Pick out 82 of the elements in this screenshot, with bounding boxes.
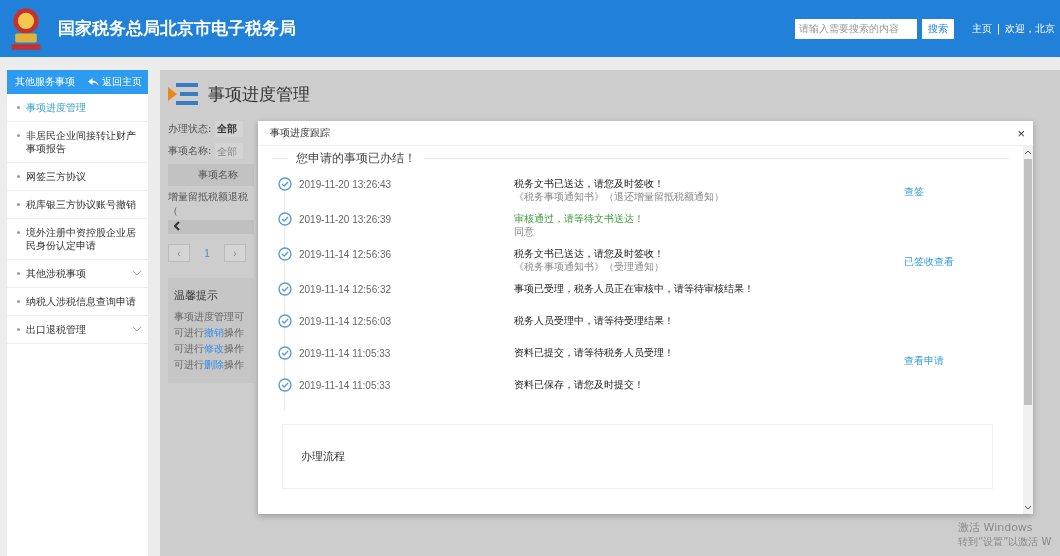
event-time: 2019-11-14 12:56:36 [299,248,392,260]
check-circle-icon [278,378,292,392]
tip-link[interactable]: 撤销 [204,327,224,338]
chevron-down-icon [132,270,142,276]
check-circle-icon [278,314,292,328]
tip-text: 事项进度管理可 [174,310,245,324]
tips-title: 温馨提示 [174,288,219,303]
bullet-icon [17,300,20,303]
event-message: 税务文书已送达，请您及时签收！ [514,177,665,190]
filter-field[interactable]: 全部 [214,120,245,138]
event-message: 审核通过，请等待文书送达！ [514,212,645,225]
tip-text: 可进行修改操作 [174,342,245,356]
bullet-icon [17,134,20,137]
sidebar-item[interactable]: 税库银三方协议账号撤销 [7,191,148,219]
dialog-title: 事项进度跟踪 [270,126,330,140]
check-circle-icon [278,282,292,296]
page-title: 事项进度管理 [208,82,310,106]
close-button[interactable]: × [1017,125,1025,141]
filter-label: 事项名称: [168,144,212,158]
bullet-icon [17,203,20,206]
check-circle-icon [278,177,292,191]
next-page-button[interactable]: › [224,244,246,262]
sidebar-item[interactable]: 其他涉税事项 [7,260,148,288]
filter-field[interactable]: 全部 [214,142,245,160]
filter-label: 办理状态: [168,122,212,136]
tip-link[interactable]: 修改 [204,343,224,354]
return-arrow-icon [88,77,99,87]
chevron-down-icon [132,326,142,332]
bullet-icon [17,106,20,109]
event-time: 2019-11-14 11:05:33 [299,347,391,359]
bullet-icon [17,328,20,331]
column-header: 事项名称 [198,168,238,182]
bullet-icon [17,231,20,234]
bullet-icon [17,175,20,178]
nav-link[interactable]: | [996,23,1000,34]
action-link[interactable]: 查看申请 [904,355,944,366]
action-link[interactable]: 查签 [904,186,924,197]
page-button[interactable]: 1 [196,244,218,262]
event-note: 同意 [514,225,535,238]
event-note: 《税务事项通知书》（受理通知） [514,260,665,273]
back-link[interactable]: 返回主页 [88,75,142,89]
nav-link[interactable]: 欢迎，北京 [1005,21,1055,36]
scrollbar[interactable] [1023,146,1033,514]
tip-text: 可进行撤销操作 [174,326,245,340]
action-link[interactable]: 已签收查看 [904,256,954,267]
sidebar-heading: 其他服务事项 [15,75,75,89]
check-circle-icon [278,346,292,360]
site-title: 国家税务总局北京市电子税务局 [58,17,296,40]
event-time: 2019-11-14 12:56:32 [299,283,392,295]
event-time: 2019-11-20 13:26:39 [299,213,392,225]
event-message: 事项已受理，税务人员正在审核中，请等待审核结果！ [514,282,755,295]
sidebar-item[interactable]: 非居民企业间接转让财产事项报告 [7,122,148,163]
prev-page-button[interactable]: ‹ [168,244,190,262]
event-note: 《税务事项通知书》（退还增量留抵税额通知） [514,190,725,203]
process-title: 办理流程 [301,450,345,463]
bullet-icon [17,272,20,275]
sidebar-item[interactable]: 出口退税管理 [7,316,148,344]
check-circle-icon [278,212,292,226]
scroll-up-icon[interactable] [1024,150,1032,155]
event-message: 资料已保存，请您及时提交！ [514,378,645,391]
activation-notice: 激活 Windows [958,520,1034,535]
table-cell: 增量留抵税额退税（ [168,191,248,216]
tip-link[interactable]: 删除 [204,359,224,370]
event-time: 2019-11-14 12:56:03 [299,315,392,327]
result-heading: 您申请的事项已办结！ [296,150,416,167]
event-message: 税务人员受理中，请等待受理结果！ [514,314,675,327]
event-message: 资料已提交，请等待税务人员受理！ [514,346,675,359]
event-time: 2019-11-14 11:05:33 [299,379,391,391]
sidebar-item[interactable]: 纳税人涉税信息查询申请 [7,288,148,316]
sidebar-item[interactable]: 网签三方协议 [7,163,148,191]
search-field[interactable]: 请输入需要搜索的内容 [794,18,917,39]
event-time: 2019-11-20 13:26:43 [299,178,392,190]
tip-text: 可进行删除操作 [174,358,245,372]
list-icon [168,82,198,106]
sidebar-item[interactable]: 境外注册中资控股企业居民身份认定申请 [7,219,148,260]
sidebar-item[interactable]: 事项进度管理 [7,94,148,122]
scroll-down-icon[interactable] [1024,505,1032,510]
event-message: 税务文书已送达，请您及时签收！ [514,247,665,260]
search-button[interactable]: 搜索 [921,18,954,39]
nav-link[interactable]: 主页 [971,21,992,36]
scroll-left-icon[interactable] [174,221,180,231]
check-circle-icon [278,247,292,261]
